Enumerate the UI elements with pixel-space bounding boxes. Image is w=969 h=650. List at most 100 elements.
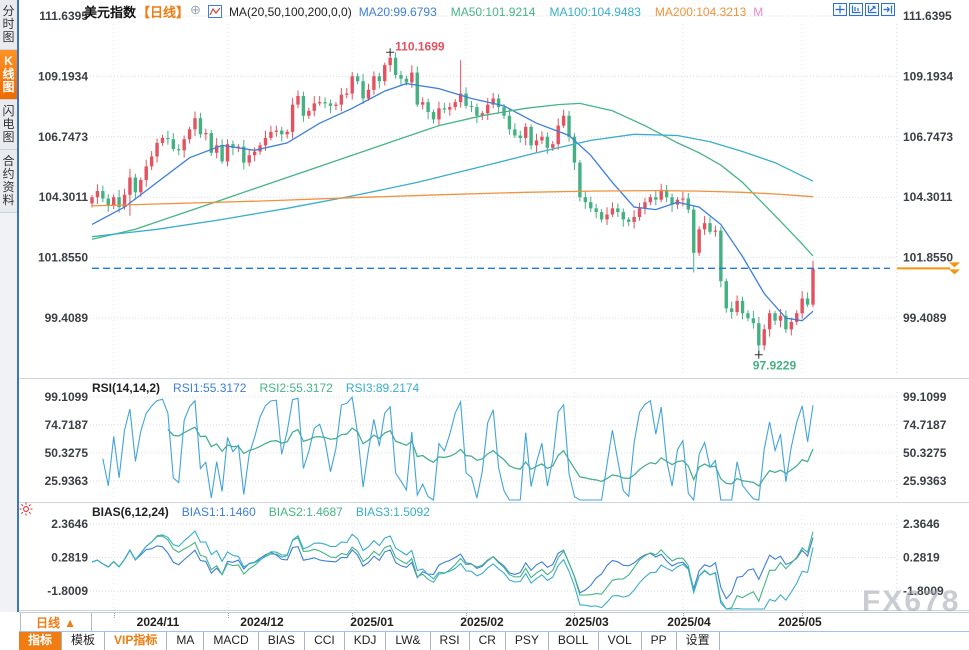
rsi2-line [168, 427, 813, 486]
toolbar-tab-template[interactable]: 模板 [62, 632, 105, 650]
x-axis-date-label: 2025/05 [778, 615, 821, 629]
rsi3-value: RSI3:89.2174 [346, 381, 419, 395]
bias1-line [92, 538, 813, 599]
x-axis-tick [114, 613, 115, 618]
chart-canvas[interactable]: 111.6395 111.6395 109.1934 109.1934 106.7473… [0, 0, 969, 612]
axis-pointer-icon[interactable] [865, 3, 879, 16]
toolbar-tab-macd[interactable]: MACD [204, 632, 258, 650]
x-axis-date-label: 2025/01 [350, 615, 393, 629]
toolbar-tab-boll[interactable]: BOLL [549, 632, 599, 650]
x-axis-tick [352, 613, 353, 618]
x-axis-date-label: 2025/04 [667, 615, 710, 629]
y-axis-label-left: 101.8550 [38, 251, 88, 265]
toolbar-tab-bias[interactable]: BIAS [259, 632, 305, 650]
ma-legend-item: MA20:99.6793 [359, 5, 437, 19]
y-axis-label-right: 99.4089 [903, 311, 947, 325]
rsi3-line [103, 397, 813, 500]
symbol-title: 美元指数 [84, 2, 136, 21]
sidebar-tab-contract-info[interactable]: 合约资料 [0, 150, 17, 213]
toolbar-tab-ma[interactable]: MA [167, 632, 204, 650]
alert-sun-icon[interactable] [19, 502, 33, 521]
period-label: 日线 [36, 614, 60, 631]
period-selector[interactable]: 日线 ▲ [20, 613, 92, 632]
y-axis-label-left: 2.3646 [51, 517, 88, 531]
y-axis-label-right: 2.3646 [903, 517, 940, 531]
y-axis-label-right: 111.6395 [903, 9, 952, 23]
x-axis-row: 日线▲ 2024/112024/122025/012025/022025/032… [19, 612, 969, 633]
sidebar-tab-lightning-chart[interactable]: 闪电图 [0, 100, 17, 150]
collapse-right-icon[interactable] [881, 3, 895, 16]
y-axis-label-left: 109.1934 [38, 69, 88, 83]
bias-params-label: BIAS(6,12,24) [92, 505, 169, 519]
y-axis-label-right: 0.2819 [903, 551, 940, 565]
x-axis-tick [228, 613, 229, 618]
period-tag[interactable]: 【日线】 [137, 2, 189, 21]
x-axis-date-label: 2024/11 [137, 615, 180, 629]
y-axis-label-right: 101.8550 [903, 251, 953, 265]
toolbar-tab-psy[interactable]: PSY [506, 632, 549, 650]
rsi1-line [168, 427, 813, 486]
y-axis-label-left: 25.9363 [45, 474, 89, 488]
toolbar-tab-vip-indicator[interactable]: VIP指标 [105, 632, 167, 650]
high-annotation: 110.1699 [395, 39, 445, 53]
ma-chart-icon [208, 5, 222, 18]
low-annotation: 97.9229 [753, 359, 797, 373]
x-axis-date-label: 2024/12 [240, 615, 283, 629]
sidebar-tab-time-chart[interactable]: 分时图 [0, 0, 17, 50]
x-axis-tick [574, 613, 575, 618]
bias3-line [92, 531, 813, 609]
x-axis-tick [802, 613, 803, 618]
rsi2-value: RSI2:55.3172 [259, 381, 332, 395]
ma-legend: MA20:99.6793 MA50:101.9214 MA100:104.9483 M… [359, 5, 747, 19]
toolbar-tab-settings[interactable]: 设置 [677, 632, 720, 650]
circle-plus-icon[interactable]: ⊕ [190, 2, 201, 21]
ma-legend-item: MA200:104.3213 [655, 5, 746, 19]
chart-application: 分时图 K线图 闪电图 合约资料 美元指数 【日线】 ⊕ MA(20,50,10… [0, 0, 969, 649]
x-axis-tick [683, 613, 684, 618]
bias2-value: BIAS2:1.4687 [269, 505, 343, 519]
y-axis-label-left: 106.7473 [38, 130, 88, 144]
y-axis-label-right: 104.3011 [903, 190, 953, 204]
toolbar-tab-kdj[interactable]: KDJ [345, 632, 387, 650]
toolbar-tab-vol[interactable]: VOL [599, 632, 642, 650]
indicator-toolbar: 指标模板VIP指标MAMACDBIASCCIKDJLW&RSICRPSYBOLL… [19, 631, 969, 650]
toolbar-tab-cci[interactable]: CCI [305, 632, 345, 650]
toolbar-tab-lwr[interactable]: LW& [386, 632, 430, 650]
y-axis-label-left: 99.1099 [45, 390, 89, 404]
sidebar: 分时图 K线图 闪电图 合约资料 [0, 0, 19, 612]
crosshair-tool-icon[interactable] [833, 3, 847, 16]
y-axis-label-right: 99.1099 [903, 390, 947, 404]
y-axis-label-left: 99.4089 [45, 311, 89, 325]
rsi1-value: RSI1:55.3172 [173, 381, 246, 395]
toolbar-tab-cr[interactable]: CR [470, 632, 506, 650]
y-axis-label-left: 74.7187 [45, 418, 89, 432]
bias3-value: BIAS3:1.5092 [356, 505, 430, 519]
ma-params-label: MA(20,50,100,200,0,0) [229, 5, 352, 19]
toolbar-tab-indicator[interactable]: 指标 [19, 632, 62, 650]
y-axis-label-right: 50.3275 [903, 446, 947, 460]
axis-scale-icon[interactable] [849, 3, 863, 16]
chart-toolbar-icons [833, 3, 895, 16]
sidebar-tab-kline-chart[interactable]: K线图 [0, 50, 17, 100]
y-axis-label-left: -1.8009 [47, 584, 88, 598]
bias-header: BIAS(6,12,24) BIAS1:1.1460 BIAS2:1.4687 … [92, 505, 430, 519]
ma-legend-item: MA50:101.9214 [451, 5, 536, 19]
y-axis-label-left: 0.2819 [51, 551, 88, 565]
y-axis-label-right: 109.1934 [903, 69, 953, 83]
ma-legend-item: MA100:104.9483 [549, 5, 640, 19]
x-axis-tick [466, 613, 467, 618]
toolbar-tab-pp[interactable]: PP [642, 632, 677, 650]
up-arrow-icon: ▲ [64, 616, 76, 630]
rsi-header: RSI(14,14,2) RSI1:55.3172 RSI2:55.3172 R… [92, 381, 419, 395]
y-axis-label-right: 74.7187 [903, 418, 947, 432]
y-axis-label-left: 104.3011 [39, 190, 89, 204]
y-axis-label-left: 111.6395 [39, 9, 88, 23]
x-axis-date-label: 2025/03 [565, 615, 608, 629]
rsi-params-label: RSI(14,14,2) [92, 381, 160, 395]
y-axis-label-right: 106.7473 [903, 130, 953, 144]
toolbar-tab-rsi[interactable]: RSI [431, 632, 470, 650]
ma200-line [92, 191, 813, 206]
chart-header: 美元指数 【日线】 ⊕ MA(20,50,100,200,0,0) MA20:9… [84, 2, 763, 21]
y-axis-label-left: 50.3275 [45, 446, 89, 460]
m-label: M [753, 5, 763, 19]
